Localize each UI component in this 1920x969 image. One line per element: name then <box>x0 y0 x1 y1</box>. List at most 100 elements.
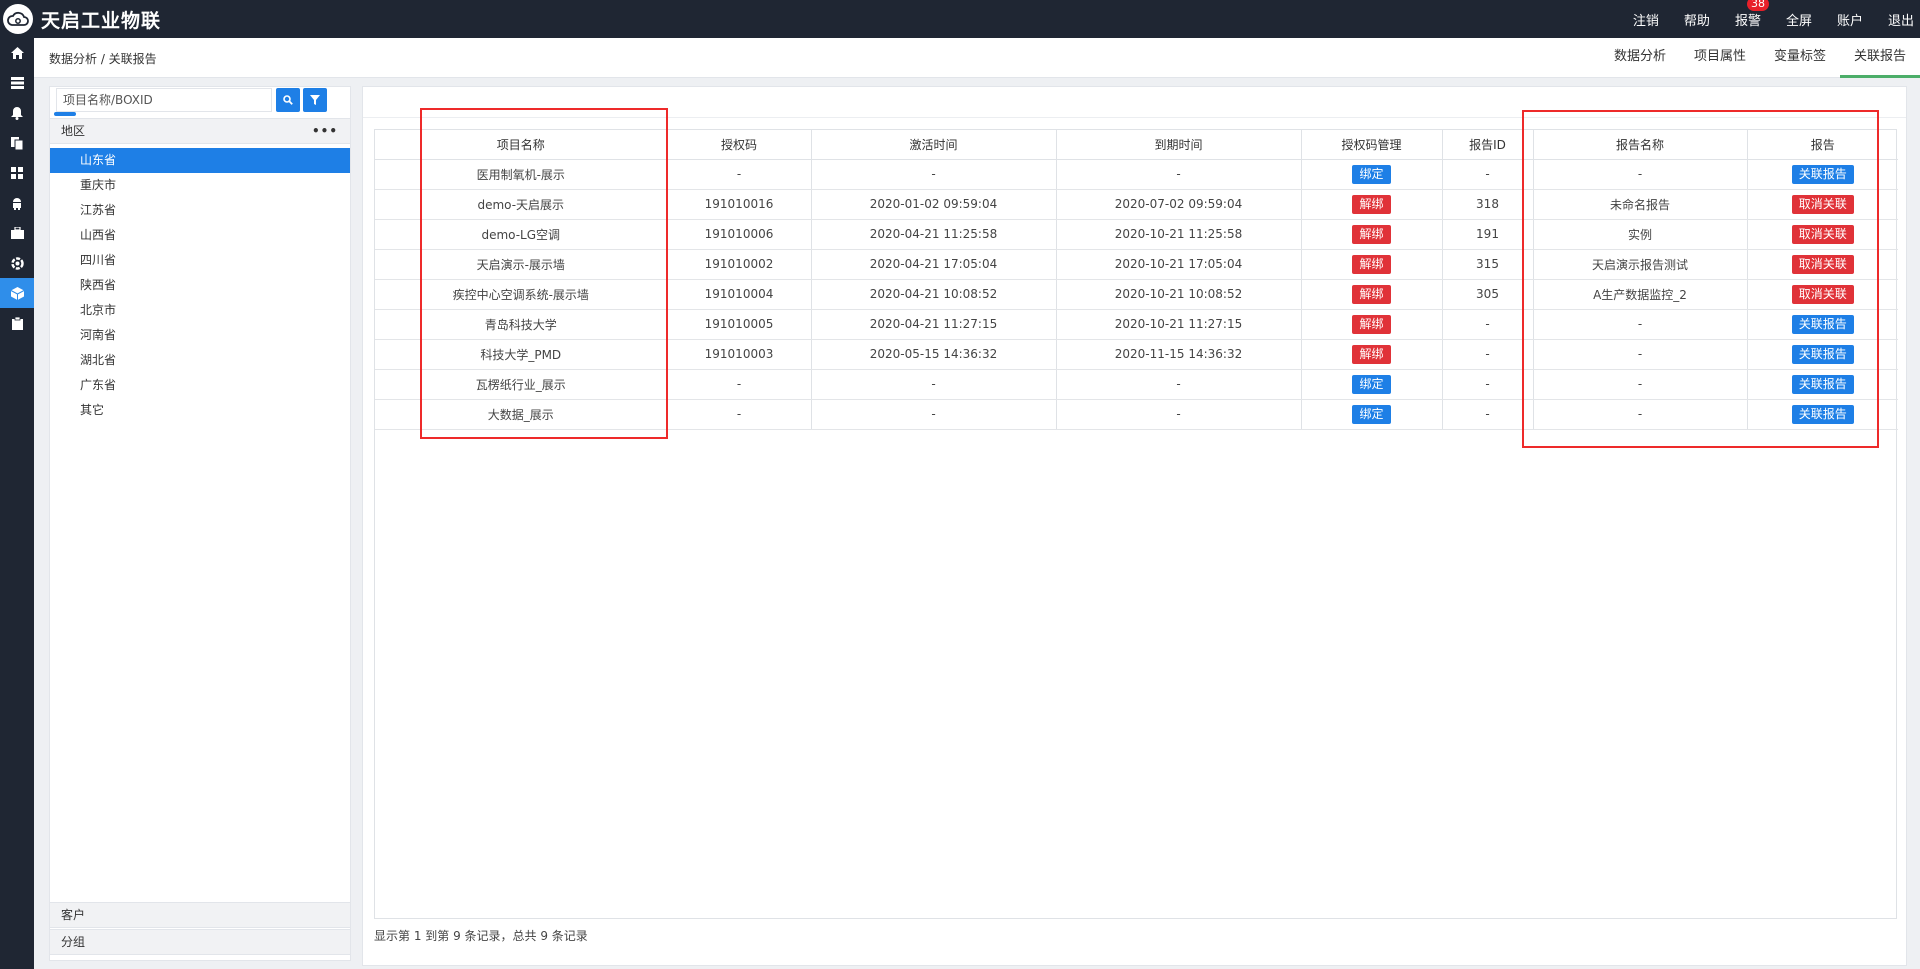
group-group-header[interactable]: 分组 <box>50 929 350 955</box>
col-header-report-name[interactable]: 报告名称 <box>1533 130 1748 160</box>
region-item-hubei[interactable]: 湖北省 <box>50 348 350 373</box>
col-header-auth-code[interactable]: 授权码 <box>667 130 812 160</box>
auth-manage-button[interactable]: 解绑 <box>1352 344 1391 364</box>
top-nav: 注销 帮助 报警 38 全屏 账户 退出 <box>1608 0 1914 38</box>
cell-auth-manage: 解绑 <box>1301 189 1443 220</box>
table-row: 医用制氧机-展示 - - - 绑定 - - 关联报告 <box>375 159 1898 190</box>
shield-icon[interactable] <box>0 248 34 278</box>
report-link-button[interactable]: 关联报告 <box>1791 404 1854 424</box>
cell-activated-time: 2020-05-15 14:36:32 <box>811 339 1057 370</box>
col-header-report[interactable]: 报告 <box>1747 130 1898 160</box>
col-header-auth-manage[interactable]: 授权码管理 <box>1301 130 1443 160</box>
region-group-header[interactable]: 地区 ••• <box>50 118 350 144</box>
filter-button[interactable] <box>303 88 327 112</box>
region-item-guangdong[interactable]: 广东省 <box>50 373 350 398</box>
cell-report-name: - <box>1533 309 1748 340</box>
breadcrumb: 数据分析 / 关联报告 <box>49 52 157 66</box>
logout-link[interactable]: 注销 <box>1633 10 1659 29</box>
grid-icon[interactable] <box>0 158 34 188</box>
col-header-report-id[interactable]: 报告ID <box>1442 130 1534 160</box>
col-header-expire-time[interactable]: 到期时间 <box>1056 130 1302 160</box>
cell-report-action: 取消关联 <box>1747 189 1898 220</box>
cell-auth-manage: 解绑 <box>1301 219 1443 250</box>
region-item-henan[interactable]: 河南省 <box>50 323 350 348</box>
cell-report-id: - <box>1442 339 1534 370</box>
cell-expire-time: 2020-07-02 09:59:04 <box>1056 189 1302 220</box>
project-search-input[interactable] <box>56 88 272 112</box>
tab-linked-report[interactable]: 关联报告 <box>1839 38 1920 78</box>
col-header-activated-time[interactable]: 激活时间 <box>811 130 1057 160</box>
cell-project-name: 瓦楞纸行业_展示 <box>375 369 668 400</box>
cell-expire-time: 2020-10-21 11:25:58 <box>1056 219 1302 250</box>
region-item-shandong[interactable]: 山东省 <box>50 148 350 173</box>
cell-activated-time: 2020-04-21 11:25:58 <box>811 219 1057 250</box>
help-link[interactable]: 帮助 <box>1684 10 1710 29</box>
table-row: 科技大学_PMD 191010003 2020-05-15 14:36:32 2020… <box>375 339 1898 370</box>
auth-manage-button[interactable]: 解绑 <box>1352 284 1391 304</box>
auth-manage-button[interactable]: 绑定 <box>1352 404 1391 424</box>
cube-icon[interactable] <box>0 278 34 308</box>
region-item-sichuan[interactable]: 四川省 <box>50 248 350 273</box>
clipboard-icon[interactable] <box>0 308 34 338</box>
report-link-button[interactable]: 取消关联 <box>1791 224 1854 244</box>
cell-auth-manage: 绑定 <box>1301 399 1443 430</box>
report-link-button[interactable]: 取消关联 <box>1791 284 1854 304</box>
auth-manage-button[interactable]: 绑定 <box>1352 164 1391 184</box>
fullscreen-link[interactable]: 全屏 <box>1786 10 1812 29</box>
cell-report-action: 关联报告 <box>1747 369 1898 400</box>
region-item-chongqing[interactable]: 重庆市 <box>50 173 350 198</box>
col-header-project-name[interactable]: 项目名称 <box>375 130 668 160</box>
region-item-beijing[interactable]: 北京市 <box>50 298 350 323</box>
region-item-other[interactable]: 其它 <box>50 398 350 423</box>
cell-auth-manage: 解绑 <box>1301 249 1443 280</box>
auth-manage-button[interactable]: 绑定 <box>1352 374 1391 394</box>
bell-icon[interactable] <box>0 98 34 128</box>
exit-link[interactable]: 退出 <box>1888 10 1914 29</box>
auth-manage-button[interactable]: 解绑 <box>1352 224 1391 244</box>
region-item-jiangsu[interactable]: 江苏省 <box>50 198 350 223</box>
region-item-shanxi[interactable]: 山西省 <box>50 223 350 248</box>
tab-project-attributes[interactable]: 项目属性 <box>1680 38 1760 78</box>
alarm-link[interactable]: 报警 38 <box>1735 0 1769 29</box>
briefcase-icon[interactable] <box>0 218 34 248</box>
region-list: 山东省 重庆市 江苏省 山西省 四川省 陕西省 北京市 河南省 湖北省 广东省 … <box>50 148 350 423</box>
cell-report-id: - <box>1442 309 1534 340</box>
report-link-button[interactable]: 关联报告 <box>1791 314 1854 334</box>
android-icon[interactable] <box>0 188 34 218</box>
panel-tab-indicator[interactable] <box>54 112 76 116</box>
report-link-button[interactable]: 取消关联 <box>1791 254 1854 274</box>
cell-expire-time: - <box>1056 159 1302 190</box>
home-icon[interactable] <box>0 38 34 68</box>
auth-manage-button[interactable]: 解绑 <box>1352 194 1391 214</box>
auth-manage-button[interactable]: 解绑 <box>1352 314 1391 334</box>
region-item-shaanxi[interactable]: 陕西省 <box>50 273 350 298</box>
cell-report-id: - <box>1442 399 1534 430</box>
cell-project-name: 医用制氧机-展示 <box>375 159 668 190</box>
search-button[interactable] <box>276 88 300 112</box>
report-link-button[interactable]: 关联报告 <box>1791 344 1854 364</box>
cell-auth-code: 191010016 <box>667 189 812 220</box>
cell-activated-time: - <box>811 369 1057 400</box>
cell-project-name: demo-天启展示 <box>375 189 668 220</box>
table-body: 医用制氧机-展示 - - - 绑定 - - 关联报告 demo-天启展示 191010016 202… <box>375 159 1898 430</box>
cell-auth-code: 191010005 <box>667 309 812 340</box>
cell-report-name: 未命名报告 <box>1533 189 1748 220</box>
more-options-icon[interactable]: ••• <box>312 119 338 143</box>
report-link-button[interactable]: 取消关联 <box>1791 194 1854 214</box>
tab-data-analysis[interactable]: 数据分析 <box>1600 38 1680 78</box>
auth-manage-button[interactable]: 解绑 <box>1352 254 1391 274</box>
tab-variable-tags[interactable]: 变量标签 <box>1760 38 1840 78</box>
report-link-button[interactable]: 关联报告 <box>1791 374 1854 394</box>
customer-group-header[interactable]: 客户 <box>50 902 350 928</box>
icon-rail <box>0 38 34 969</box>
copy-icon[interactable] <box>0 128 34 158</box>
cell-report-action: 关联报告 <box>1747 309 1898 340</box>
cell-activated-time: 2020-04-21 10:08:52 <box>811 279 1057 310</box>
cell-report-id: 305 <box>1442 279 1534 310</box>
table-row: 疾控中心空调系统-展示墙 191010004 2020-04-21 10:08:52… <box>375 279 1898 310</box>
table-row: demo-天启展示 191010016 2020-01-02 09:59:04 202… <box>375 189 1898 220</box>
report-link-button[interactable]: 关联报告 <box>1791 164 1854 184</box>
database-icon[interactable] <box>0 68 34 98</box>
account-link[interactable]: 账户 <box>1837 10 1863 29</box>
report-main-panel: 项目名称 授权码 激活时间 到期时间 授权码管理 报告ID 报告名称 报告 医用… <box>362 86 1907 966</box>
